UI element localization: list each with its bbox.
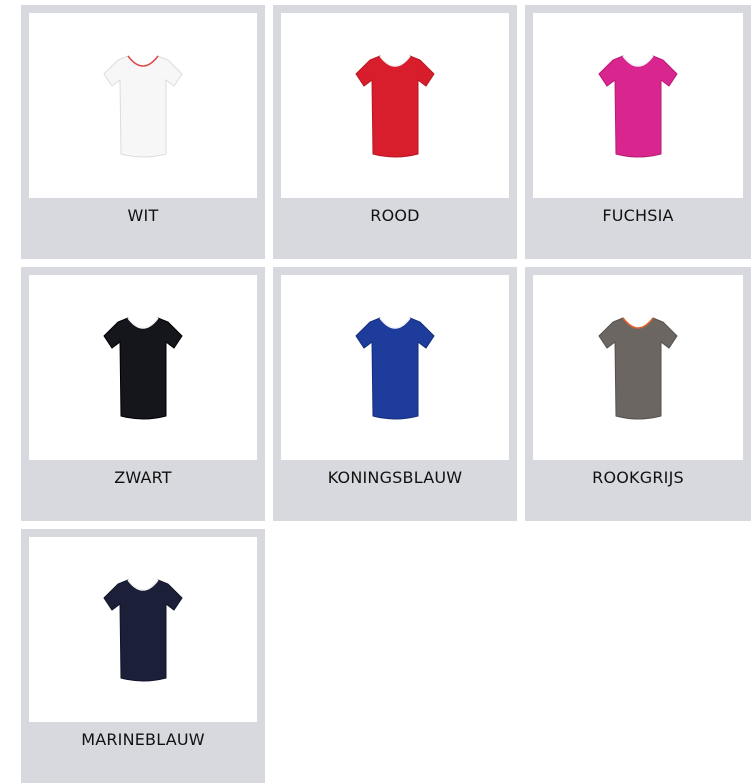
product-image [281, 275, 509, 460]
tshirt-icon [355, 54, 435, 157]
color-label: FUCHSIA [602, 206, 674, 225]
color-option-card[interactable]: WIT [21, 5, 265, 259]
color-option-card[interactable]: ROOD [273, 5, 517, 259]
tshirt-icon [103, 578, 183, 681]
product-image [533, 275, 743, 460]
tshirt-icon [103, 316, 183, 419]
color-label: ROOD [370, 206, 420, 225]
product-image [281, 13, 509, 198]
tshirt-icon [598, 316, 678, 419]
tshirt-icon [598, 54, 678, 157]
color-option-card[interactable]: KONINGSBLAUW [273, 267, 517, 521]
color-label: ROOKGRIJS [592, 468, 684, 487]
product-image [29, 537, 257, 722]
color-option-card[interactable]: ROOKGRIJS [525, 267, 751, 521]
product-image [29, 13, 257, 198]
color-label: MARINEBLAUW [81, 730, 205, 749]
color-option-card[interactable]: FUCHSIA [525, 5, 751, 259]
tshirt-icon [355, 316, 435, 419]
color-option-card[interactable]: ZWART [21, 267, 265, 521]
tshirt-icon [103, 54, 183, 157]
product-image [29, 275, 257, 460]
color-label: KONINGSBLAUW [327, 468, 463, 487]
color-label: WIT [127, 206, 159, 225]
color-label: ZWART [114, 468, 172, 487]
color-option-card[interactable]: MARINEBLAUW [21, 529, 265, 783]
color-swatch-grid: WIT ROOD FUCHSIA ZWART KONINGSBLAUW ROOK… [21, 5, 751, 783]
product-image [533, 13, 743, 198]
